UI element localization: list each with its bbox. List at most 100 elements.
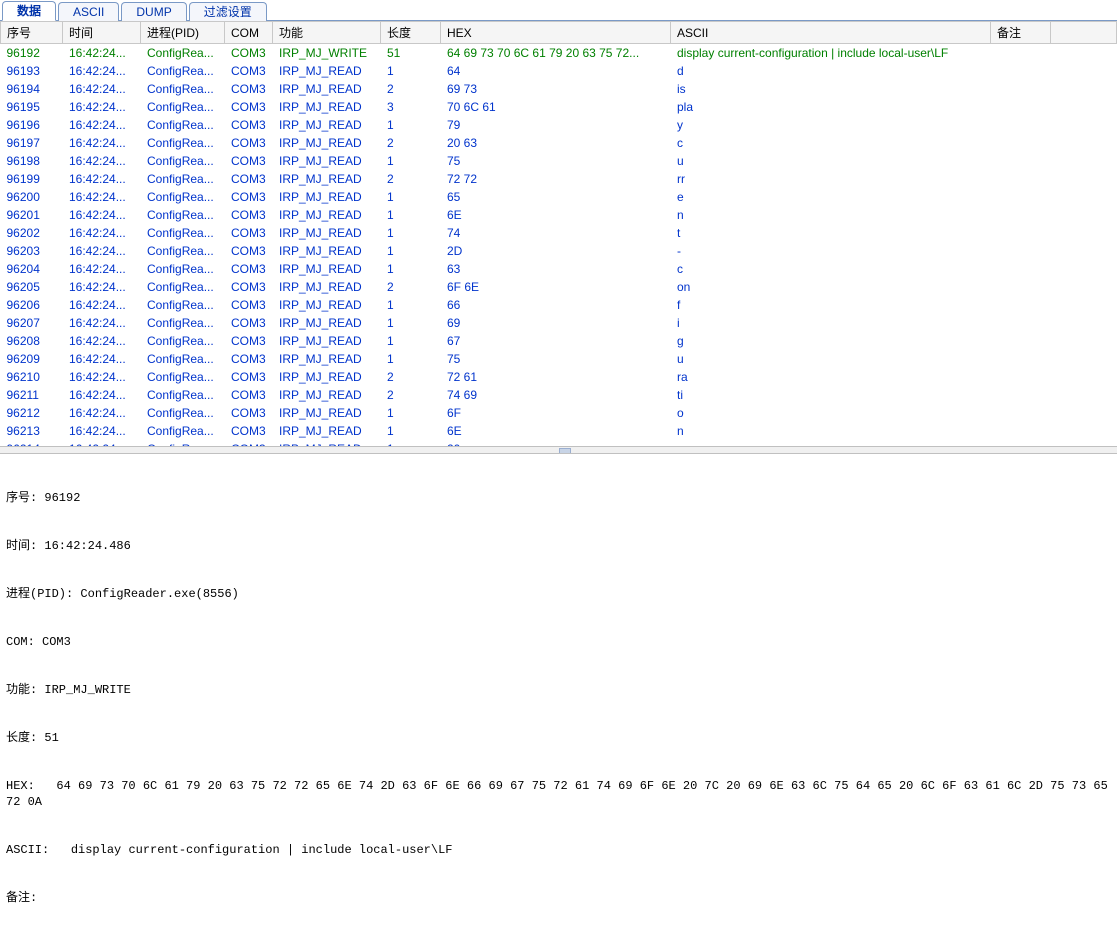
detail-ascii-label: ASCII:	[6, 843, 49, 857]
cell-len: 2	[381, 80, 441, 98]
table-row[interactable]: 9620216:42:24...ConfigRea...COM3IRP_MJ_R…	[1, 224, 1117, 242]
col-com-label: COM	[231, 26, 259, 40]
cell-proc: ConfigRea...	[141, 44, 225, 63]
table-row[interactable]: 9619516:42:24...ConfigRea...COM3IRP_MJ_R…	[1, 98, 1117, 116]
cell-seq: 96211	[1, 386, 63, 404]
tab-data[interactable]: 数据	[2, 1, 56, 21]
cell-seq: 96208	[1, 332, 63, 350]
table-row[interactable]: 9619416:42:24...ConfigRea...COM3IRP_MJ_R…	[1, 80, 1117, 98]
cell-len: 2	[381, 278, 441, 296]
cell-len: 1	[381, 116, 441, 134]
table-row[interactable]: 9619716:42:24...ConfigRea...COM3IRP_MJ_R…	[1, 134, 1117, 152]
detail-time-value: 16:42:24.486	[44, 539, 130, 553]
cell-seq: 96209	[1, 350, 63, 368]
table-row[interactable]: 9620816:42:24...ConfigRea...COM3IRP_MJ_R…	[1, 332, 1117, 350]
col-tail	[1051, 22, 1117, 44]
cell-note	[991, 422, 1051, 440]
detail-hex: HEX: 64 69 73 70 6C 61 79 20 63 75 72 72…	[6, 778, 1111, 810]
cell-time: 16:42:24...	[63, 386, 141, 404]
cell-func: IRP_MJ_WRITE	[273, 44, 381, 63]
detail-panel: 序号: 96192 时间: 16:42:24.486 进程(PID): Conf…	[0, 454, 1117, 944]
table-row[interactable]: 9620016:42:24...ConfigRea...COM3IRP_MJ_R…	[1, 188, 1117, 206]
cell-tail	[1051, 350, 1117, 368]
detail-proc: 进程(PID): ConfigReader.exe(8556)	[6, 586, 1111, 602]
cell-ascii: u	[671, 350, 991, 368]
cell-note	[991, 134, 1051, 152]
cell-proc: ConfigRea...	[141, 350, 225, 368]
col-func[interactable]: 功能	[273, 22, 381, 44]
cell-hex: 64 69 73 70 6C 61 79 20 63 75 72...	[441, 44, 671, 63]
table-row[interactable]: 9621116:42:24...ConfigRea...COM3IRP_MJ_R…	[1, 386, 1117, 404]
packet-table-scroll[interactable]: 序号 时间 进程(PID) COM 功能 长度 HEX ASCII 备注 961…	[0, 21, 1117, 446]
col-note[interactable]: 备注	[991, 22, 1051, 44]
col-note-label: 备注	[997, 26, 1021, 40]
cell-com: COM3	[225, 332, 273, 350]
cell-note	[991, 80, 1051, 98]
table-row[interactable]: 9620116:42:24...ConfigRea...COM3IRP_MJ_R…	[1, 206, 1117, 224]
table-row[interactable]: 9619916:42:24...ConfigRea...COM3IRP_MJ_R…	[1, 170, 1117, 188]
cell-note	[991, 296, 1051, 314]
table-row[interactable]: 9620316:42:24...ConfigRea...COM3IRP_MJ_R…	[1, 242, 1117, 260]
cell-proc: ConfigRea...	[141, 134, 225, 152]
col-proc[interactable]: 进程(PID)	[141, 22, 225, 44]
cell-hex: 6E	[441, 422, 671, 440]
tab-dump[interactable]: DUMP	[121, 2, 186, 21]
cell-hex: 6F	[441, 404, 671, 422]
cell-seq: 96205	[1, 278, 63, 296]
cell-note	[991, 332, 1051, 350]
cell-len: 1	[381, 206, 441, 224]
tab-filter[interactable]: 过滤设置	[189, 2, 267, 21]
detail-seq-label: 序号:	[6, 491, 37, 505]
cell-tail	[1051, 206, 1117, 224]
cell-hex: 72 61	[441, 368, 671, 386]
cell-note	[991, 116, 1051, 134]
cell-func: IRP_MJ_READ	[273, 296, 381, 314]
cell-time: 16:42:24...	[63, 404, 141, 422]
cell-proc: ConfigRea...	[141, 404, 225, 422]
cell-seq: 96194	[1, 80, 63, 98]
col-len[interactable]: 长度	[381, 22, 441, 44]
table-row[interactable]: 9619216:42:24...ConfigRea...COM3IRP_MJ_W…	[1, 44, 1117, 63]
cell-seq: 96192	[1, 44, 63, 63]
table-row[interactable]: 9619816:42:24...ConfigRea...COM3IRP_MJ_R…	[1, 152, 1117, 170]
detail-func: 功能: IRP_MJ_WRITE	[6, 682, 1111, 698]
cell-time: 16:42:24...	[63, 260, 141, 278]
table-row[interactable]: 9621216:42:24...ConfigRea...COM3IRP_MJ_R…	[1, 404, 1117, 422]
col-hex[interactable]: HEX	[441, 22, 671, 44]
cell-func: IRP_MJ_READ	[273, 116, 381, 134]
table-row[interactable]: 9620616:42:24...ConfigRea...COM3IRP_MJ_R…	[1, 296, 1117, 314]
cell-com: COM3	[225, 116, 273, 134]
cell-seq: 96212	[1, 404, 63, 422]
cell-note	[991, 404, 1051, 422]
table-row[interactable]: 9619616:42:24...ConfigRea...COM3IRP_MJ_R…	[1, 116, 1117, 134]
cell-func: IRP_MJ_READ	[273, 404, 381, 422]
table-row[interactable]: 9620916:42:24...ConfigRea...COM3IRP_MJ_R…	[1, 350, 1117, 368]
table-row[interactable]: 9621316:42:24...ConfigRea...COM3IRP_MJ_R…	[1, 422, 1117, 440]
col-ascii[interactable]: ASCII	[671, 22, 991, 44]
table-row[interactable]: 9620716:42:24...ConfigRea...COM3IRP_MJ_R…	[1, 314, 1117, 332]
col-com[interactable]: COM	[225, 22, 273, 44]
table-row[interactable]: 9619316:42:24...ConfigRea...COM3IRP_MJ_R…	[1, 62, 1117, 80]
cell-ascii: t	[671, 224, 991, 242]
cell-proc: ConfigRea...	[141, 296, 225, 314]
col-time[interactable]: 时间	[63, 22, 141, 44]
cell-seq: 96203	[1, 242, 63, 260]
detail-len-value: 51	[44, 731, 58, 745]
tab-ascii[interactable]: ASCII	[58, 2, 119, 21]
cell-ascii: d	[671, 62, 991, 80]
detail-note-label: 备注:	[6, 891, 37, 905]
col-seq[interactable]: 序号	[1, 22, 63, 44]
cell-tail	[1051, 404, 1117, 422]
cell-seq: 96213	[1, 422, 63, 440]
cell-tail	[1051, 98, 1117, 116]
cell-ascii: i	[671, 314, 991, 332]
table-row[interactable]: 9620416:42:24...ConfigRea...COM3IRP_MJ_R…	[1, 260, 1117, 278]
cell-seq: 96195	[1, 98, 63, 116]
table-row[interactable]: 9620516:42:24...ConfigRea...COM3IRP_MJ_R…	[1, 278, 1117, 296]
cell-tail	[1051, 152, 1117, 170]
table-row[interactable]: 9621016:42:24...ConfigRea...COM3IRP_MJ_R…	[1, 368, 1117, 386]
horizontal-scrollbar[interactable]	[0, 446, 1117, 453]
cell-ascii: display current-configuration | include …	[671, 44, 991, 63]
detail-proc-value: ConfigReader.exe(8556)	[80, 587, 238, 601]
cell-com: COM3	[225, 350, 273, 368]
